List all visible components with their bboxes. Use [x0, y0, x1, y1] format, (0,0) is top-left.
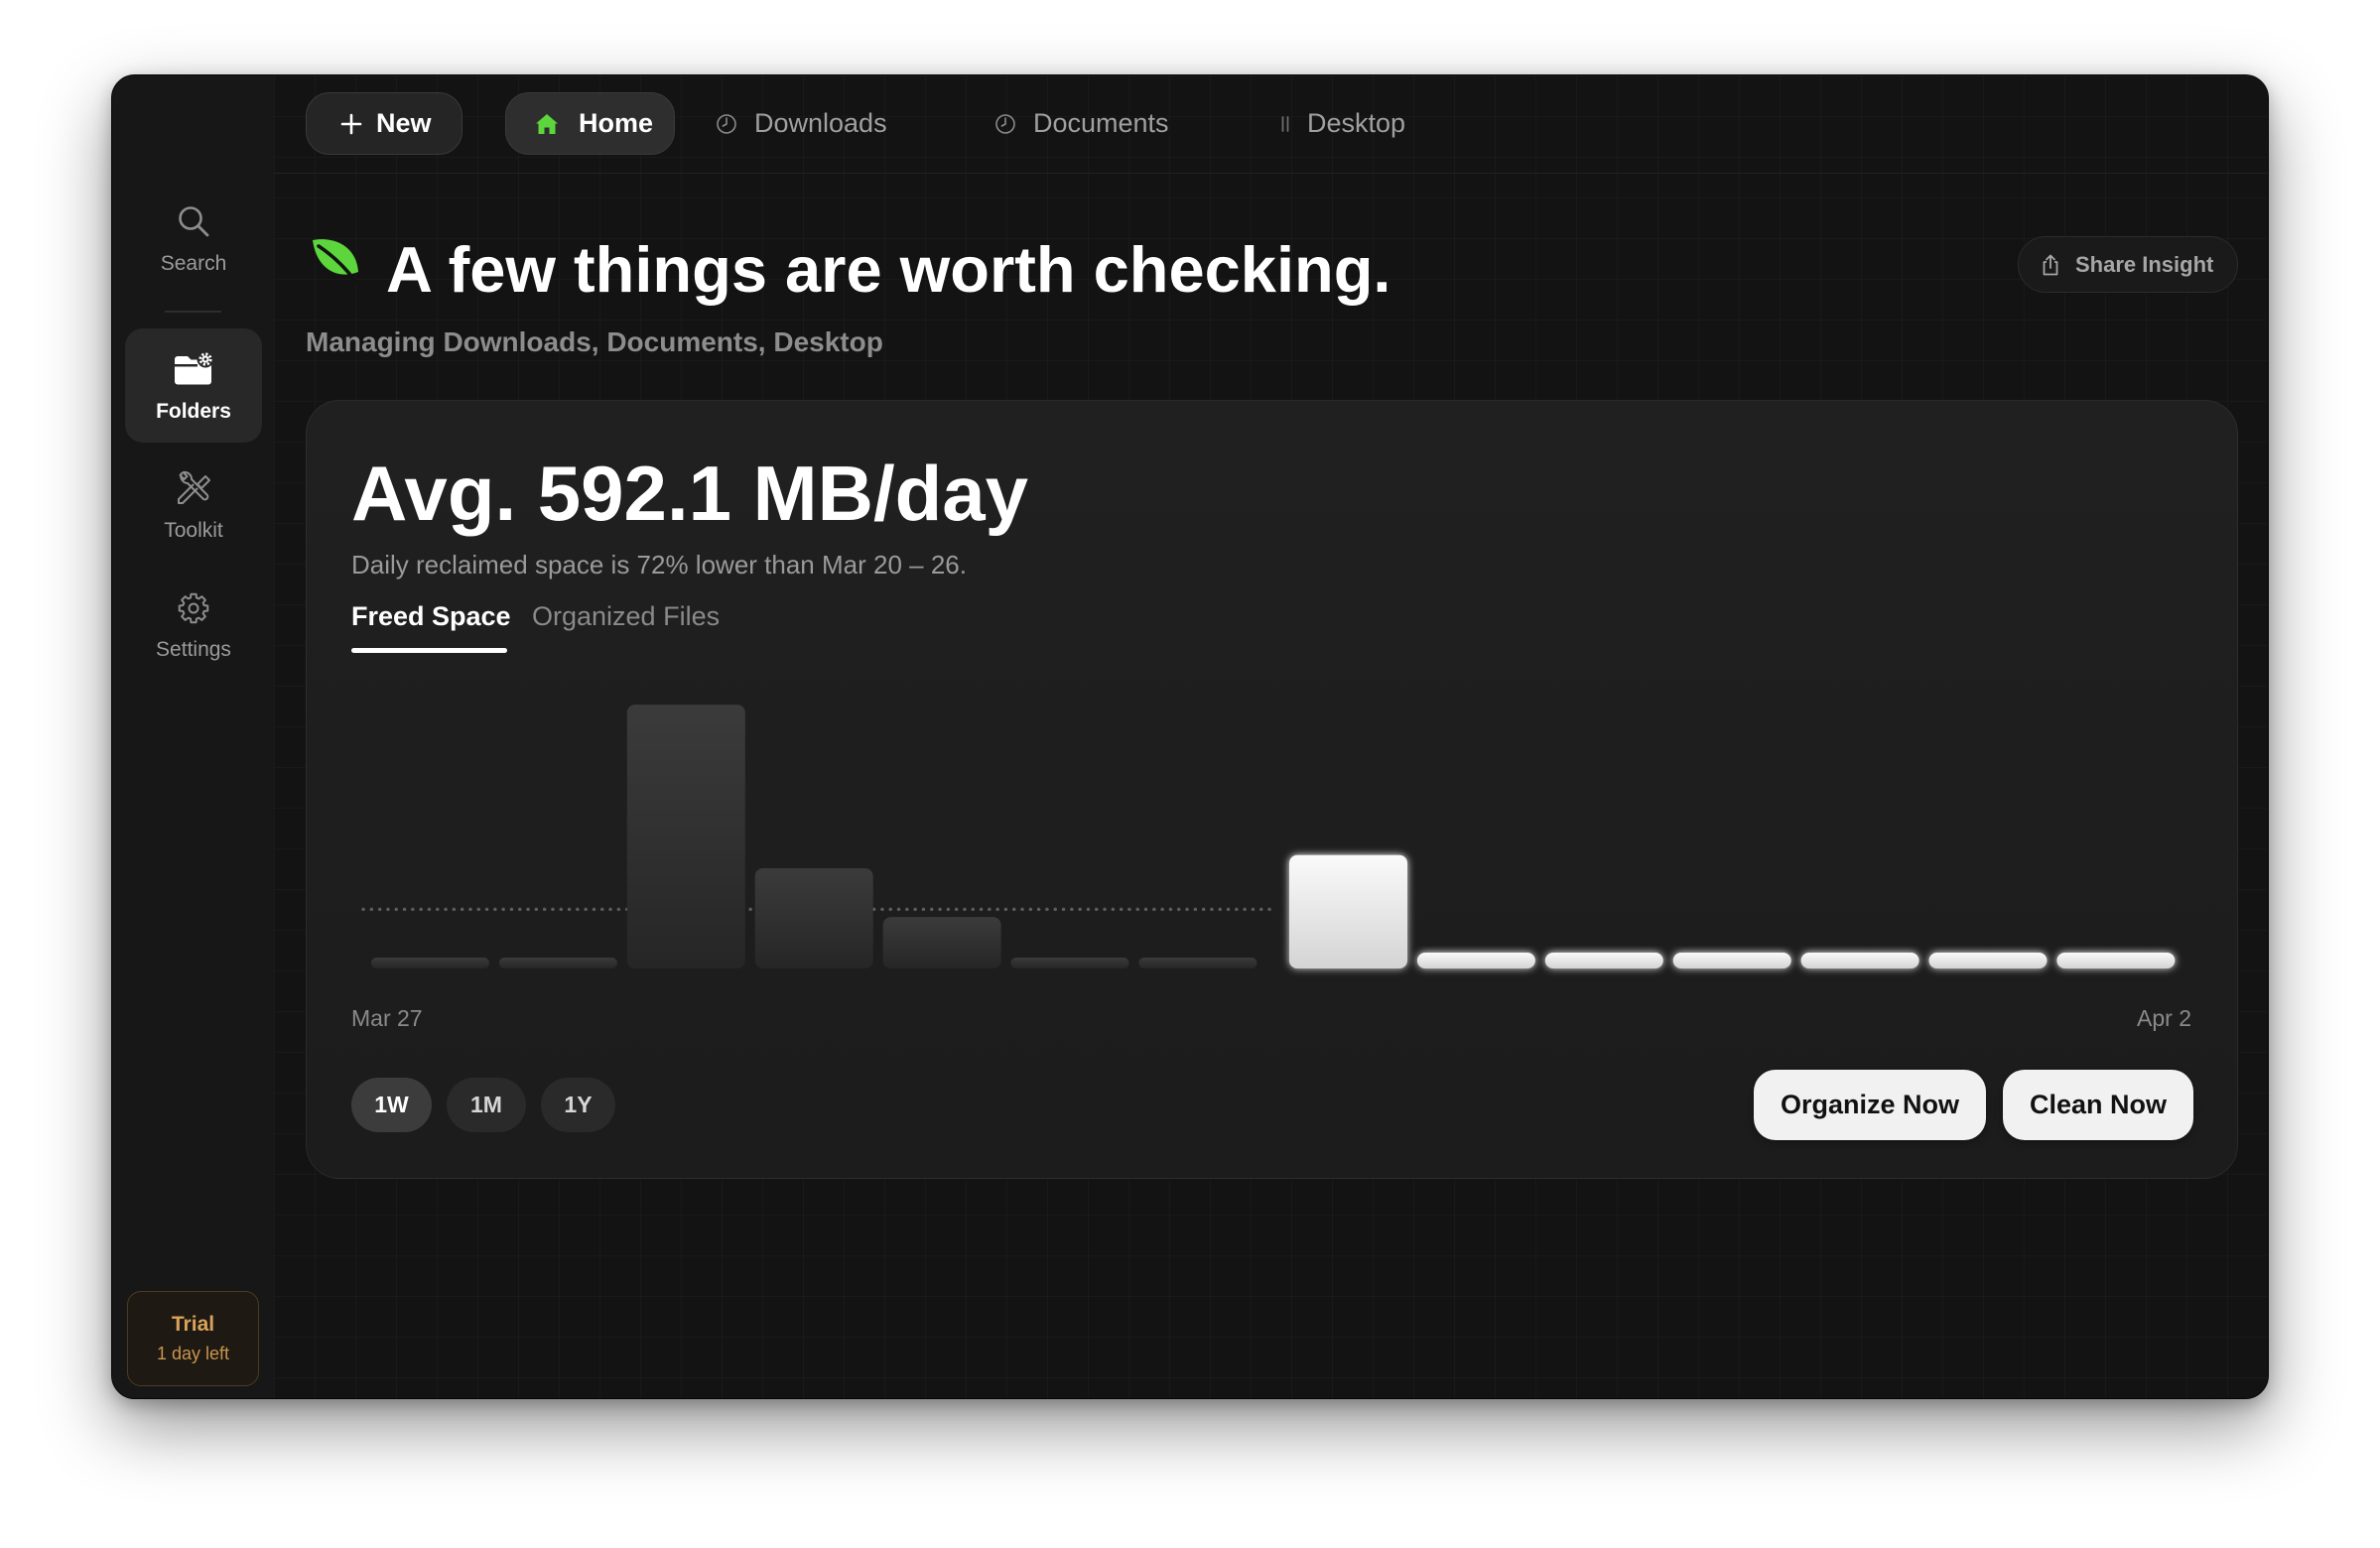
freed-space-chart: [361, 705, 2195, 968]
tools-icon: [178, 470, 210, 504]
page-subtitle: Managing Downloads, Documents, Desktop: [306, 326, 883, 357]
bar-previous-5: [1010, 958, 1129, 968]
tab-label: Documents: [1033, 108, 1169, 138]
active-tab-underline: [351, 648, 507, 653]
sidebar-item-label: Toolkit: [164, 519, 223, 542]
bar-previous-4: [882, 917, 1001, 968]
tab-documents[interactable]: Documents: [994, 92, 1169, 155]
tab-desktop[interactable]: Desktop: [1280, 92, 1405, 155]
gear-icon: [178, 592, 209, 624]
chart-bars: [371, 705, 2176, 968]
trial-days-left: 1 day left: [156, 1344, 230, 1363]
leaf-icon: [313, 239, 360, 286]
trial-title: Trial: [171, 1313, 215, 1336]
range-1m-button[interactable]: 1M: [447, 1078, 526, 1132]
tab-label: Home: [579, 108, 654, 138]
insight-card: Avg. 592.1 MB/day Daily reclaimed space …: [306, 400, 2238, 1179]
sidebar-item-label: Search: [160, 252, 227, 275]
search-icon: [179, 206, 209, 237]
bar-current-2: [1544, 953, 1663, 968]
organize-now-button[interactable]: Organize Now: [1754, 1070, 1986, 1140]
bar-current-6: [2056, 953, 2176, 968]
home-icon: [536, 113, 558, 134]
bar-current-3: [1672, 953, 1791, 968]
bar-previous-3: [754, 868, 873, 968]
sidebar-item-toolkit[interactable]: Toolkit: [125, 462, 262, 557]
app-window: Search Folders Toolkit Settings Trial 1 …: [111, 74, 2269, 1399]
pause-icon: [1281, 115, 1289, 132]
new-button[interactable]: New: [306, 92, 463, 155]
tab-label: Downloads: [754, 108, 887, 138]
comparison-text: Daily reclaimed space is 72% lower than …: [351, 550, 967, 580]
x-tick-label-end: Apr 2: [2137, 1005, 2191, 1031]
sidebar-item-settings[interactable]: Settings: [125, 582, 262, 677]
toolbar-divider: [274, 173, 2268, 174]
clean-now-button[interactable]: Clean Now: [2003, 1070, 2193, 1140]
tab-organized-files[interactable]: Organized Files: [532, 599, 720, 633]
bar-current-5: [1928, 953, 2048, 968]
share-insight-label: Share Insight: [2075, 251, 2214, 277]
sidebar-item-label: Settings: [156, 638, 231, 661]
sidebar-divider: [165, 311, 221, 313]
share-icon: [2043, 254, 2058, 275]
tab-downloads[interactable]: Downloads: [716, 92, 887, 155]
bar-previous-0: [371, 958, 489, 968]
bar-previous-2: [626, 705, 745, 968]
sidebar-item-search[interactable]: Search: [125, 194, 262, 289]
average-headline: Avg. 592.1 MB/day: [351, 450, 1029, 537]
trial-badge[interactable]: Trial 1 day left: [127, 1291, 259, 1386]
sidebar-item-label: Folders: [156, 400, 231, 423]
new-button-label: New: [376, 108, 432, 138]
bar-current-4: [1800, 953, 1919, 968]
x-tick-label-start: Mar 27: [351, 1005, 423, 1031]
plus-icon: [340, 113, 362, 134]
bar-current-1: [1416, 953, 1535, 968]
bar-current-0: [1289, 854, 1407, 968]
tab-home[interactable]: Home: [505, 92, 675, 155]
tab-freed-space[interactable]: Freed Space: [351, 599, 511, 633]
clock-icon: [995, 113, 1015, 134]
sidebar: Search Folders Toolkit Settings Trial 1 …: [112, 75, 274, 1398]
range-1y-button[interactable]: 1Y: [541, 1078, 615, 1132]
folder-gear-icon: [175, 350, 214, 385]
clock-icon: [717, 113, 736, 134]
main-content: New Home Downloads Documents Desktop A f…: [274, 75, 2268, 1398]
tab-label: Desktop: [1307, 108, 1406, 138]
range-1w-button[interactable]: 1W: [351, 1078, 432, 1132]
bar-previous-1: [498, 958, 617, 968]
bar-previous-6: [1138, 958, 1257, 968]
sidebar-item-folders[interactable]: Folders: [125, 328, 262, 443]
page-title: A few things are worth checking.: [386, 233, 1391, 306]
share-insight-button[interactable]: Share Insight: [2018, 236, 2238, 293]
